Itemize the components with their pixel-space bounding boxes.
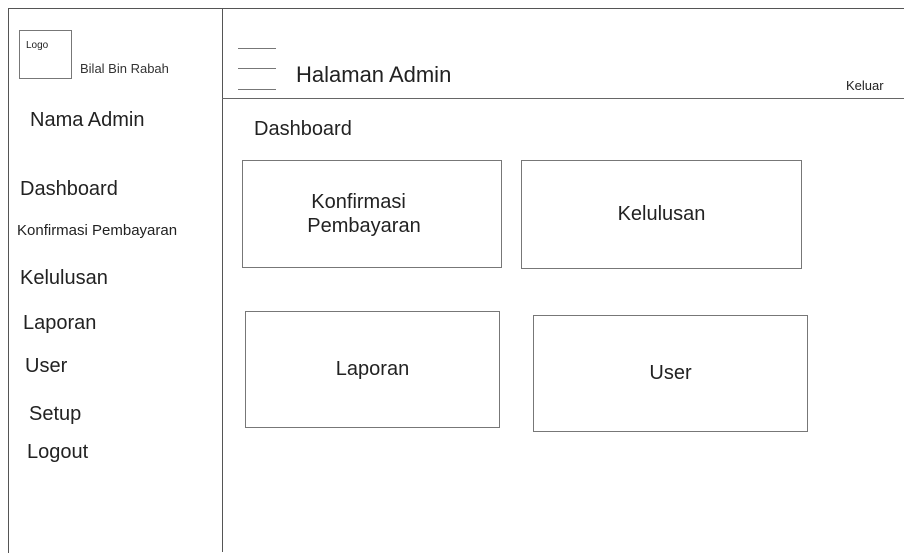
section-title: Dashboard — [254, 118, 352, 140]
logo-label: Logo — [26, 40, 49, 51]
hamburger-icon[interactable] — [238, 48, 278, 90]
sidebar-item-laporan[interactable]: Laporan — [23, 312, 96, 335]
card-kelulusan[interactable]: Kelulusan — [521, 160, 802, 269]
card-label: Laporan — [335, 358, 410, 380]
card-label: Kelulusan — [617, 203, 706, 225]
card-user[interactable]: User — [533, 315, 808, 432]
logo: Logo — [19, 30, 72, 79]
card-laporan[interactable]: Laporan — [245, 311, 500, 428]
admin-name: Nama Admin — [30, 109, 145, 131]
logout-link[interactable]: Keluar — [846, 78, 884, 93]
card-label-line1: Konfirmasi — [311, 191, 406, 213]
card-label-line2: Pembayaran — [307, 215, 421, 237]
sidebar-item-user[interactable]: User — [25, 355, 67, 378]
card-label: Konfirmasi Pembayaran — [307, 190, 420, 238]
brand-name: Bilal Bin Rabah — [80, 61, 169, 76]
sidebar-item-konfirmasi-pembayaran[interactable]: Konfirmasi Pembayaran — [17, 222, 177, 239]
sidebar-divider — [222, 8, 223, 552]
card-label: User — [649, 362, 692, 384]
app-frame — [8, 8, 904, 553]
sidebar-item-kelulusan[interactable]: Kelulusan — [20, 267, 108, 290]
sidebar-item-dashboard[interactable]: Dashboard — [20, 178, 118, 201]
sidebar-item-logout[interactable]: Logout — [27, 441, 88, 464]
header-divider — [222, 98, 904, 99]
card-konfirmasi-pembayaran[interactable]: Konfirmasi Pembayaran — [242, 160, 502, 268]
page-title: Halaman Admin — [296, 62, 452, 87]
sidebar-item-setup[interactable]: Setup — [29, 403, 81, 426]
